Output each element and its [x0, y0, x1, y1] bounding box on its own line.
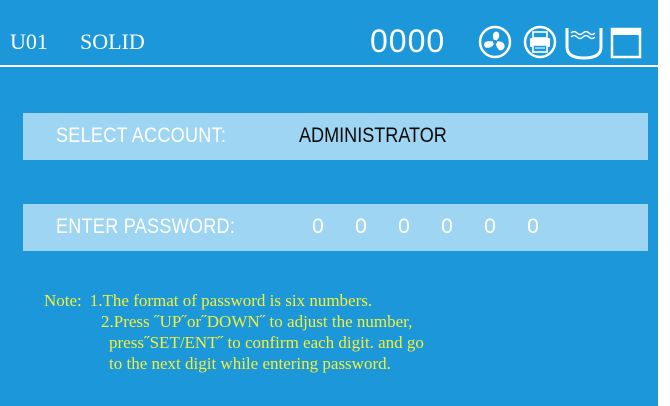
password-digit-1[interactable]: 0 [310, 215, 326, 239]
note-prefix: Note: [44, 291, 82, 310]
password-note: Note: 1.The format of password is six num… [44, 290, 424, 374]
note-line-3: press˝SET/ENT˝ to confirm each digit. an… [109, 333, 424, 352]
password-digit-5[interactable]: 0 [482, 215, 498, 239]
status-header: U01 SOLID 0000 [0, 11, 658, 67]
note-line-2: 2.Press ˝UP˝or˝DOWN˝ to adjust the numbe… [101, 312, 413, 331]
password-digit-2[interactable]: 0 [353, 215, 369, 239]
fan-icon [478, 25, 512, 59]
hmi-screen: U01 SOLID 0000 SELECT ACCOUNT: ADMINISTR… [0, 0, 658, 406]
enter-password-label: ENTER PASSWORD: [56, 215, 236, 238]
unit-label: U01 [10, 29, 48, 54]
select-account-row[interactable]: SELECT ACCOUNT: ADMINISTRATOR [23, 113, 648, 160]
note-line-1: 1.The format of password is six numbers. [89, 291, 373, 310]
counter-display: 0000 [370, 23, 446, 59]
water-tank-icon [565, 28, 603, 60]
printer-icon [523, 25, 557, 59]
window-icon [610, 27, 642, 59]
account-value[interactable]: ADMINISTRATOR [299, 124, 447, 148]
select-account-label: SELECT ACCOUNT: [56, 124, 227, 147]
password-digit-6[interactable]: 0 [525, 215, 541, 239]
note-line-4: to the next digit while entering passwor… [109, 354, 391, 373]
mode-label: SOLID [80, 29, 145, 54]
password-digit-3[interactable]: 0 [396, 215, 412, 239]
password-digit-4[interactable]: 0 [439, 215, 455, 239]
enter-password-row[interactable]: ENTER PASSWORD: 0 0 0 0 0 0 [23, 204, 648, 251]
